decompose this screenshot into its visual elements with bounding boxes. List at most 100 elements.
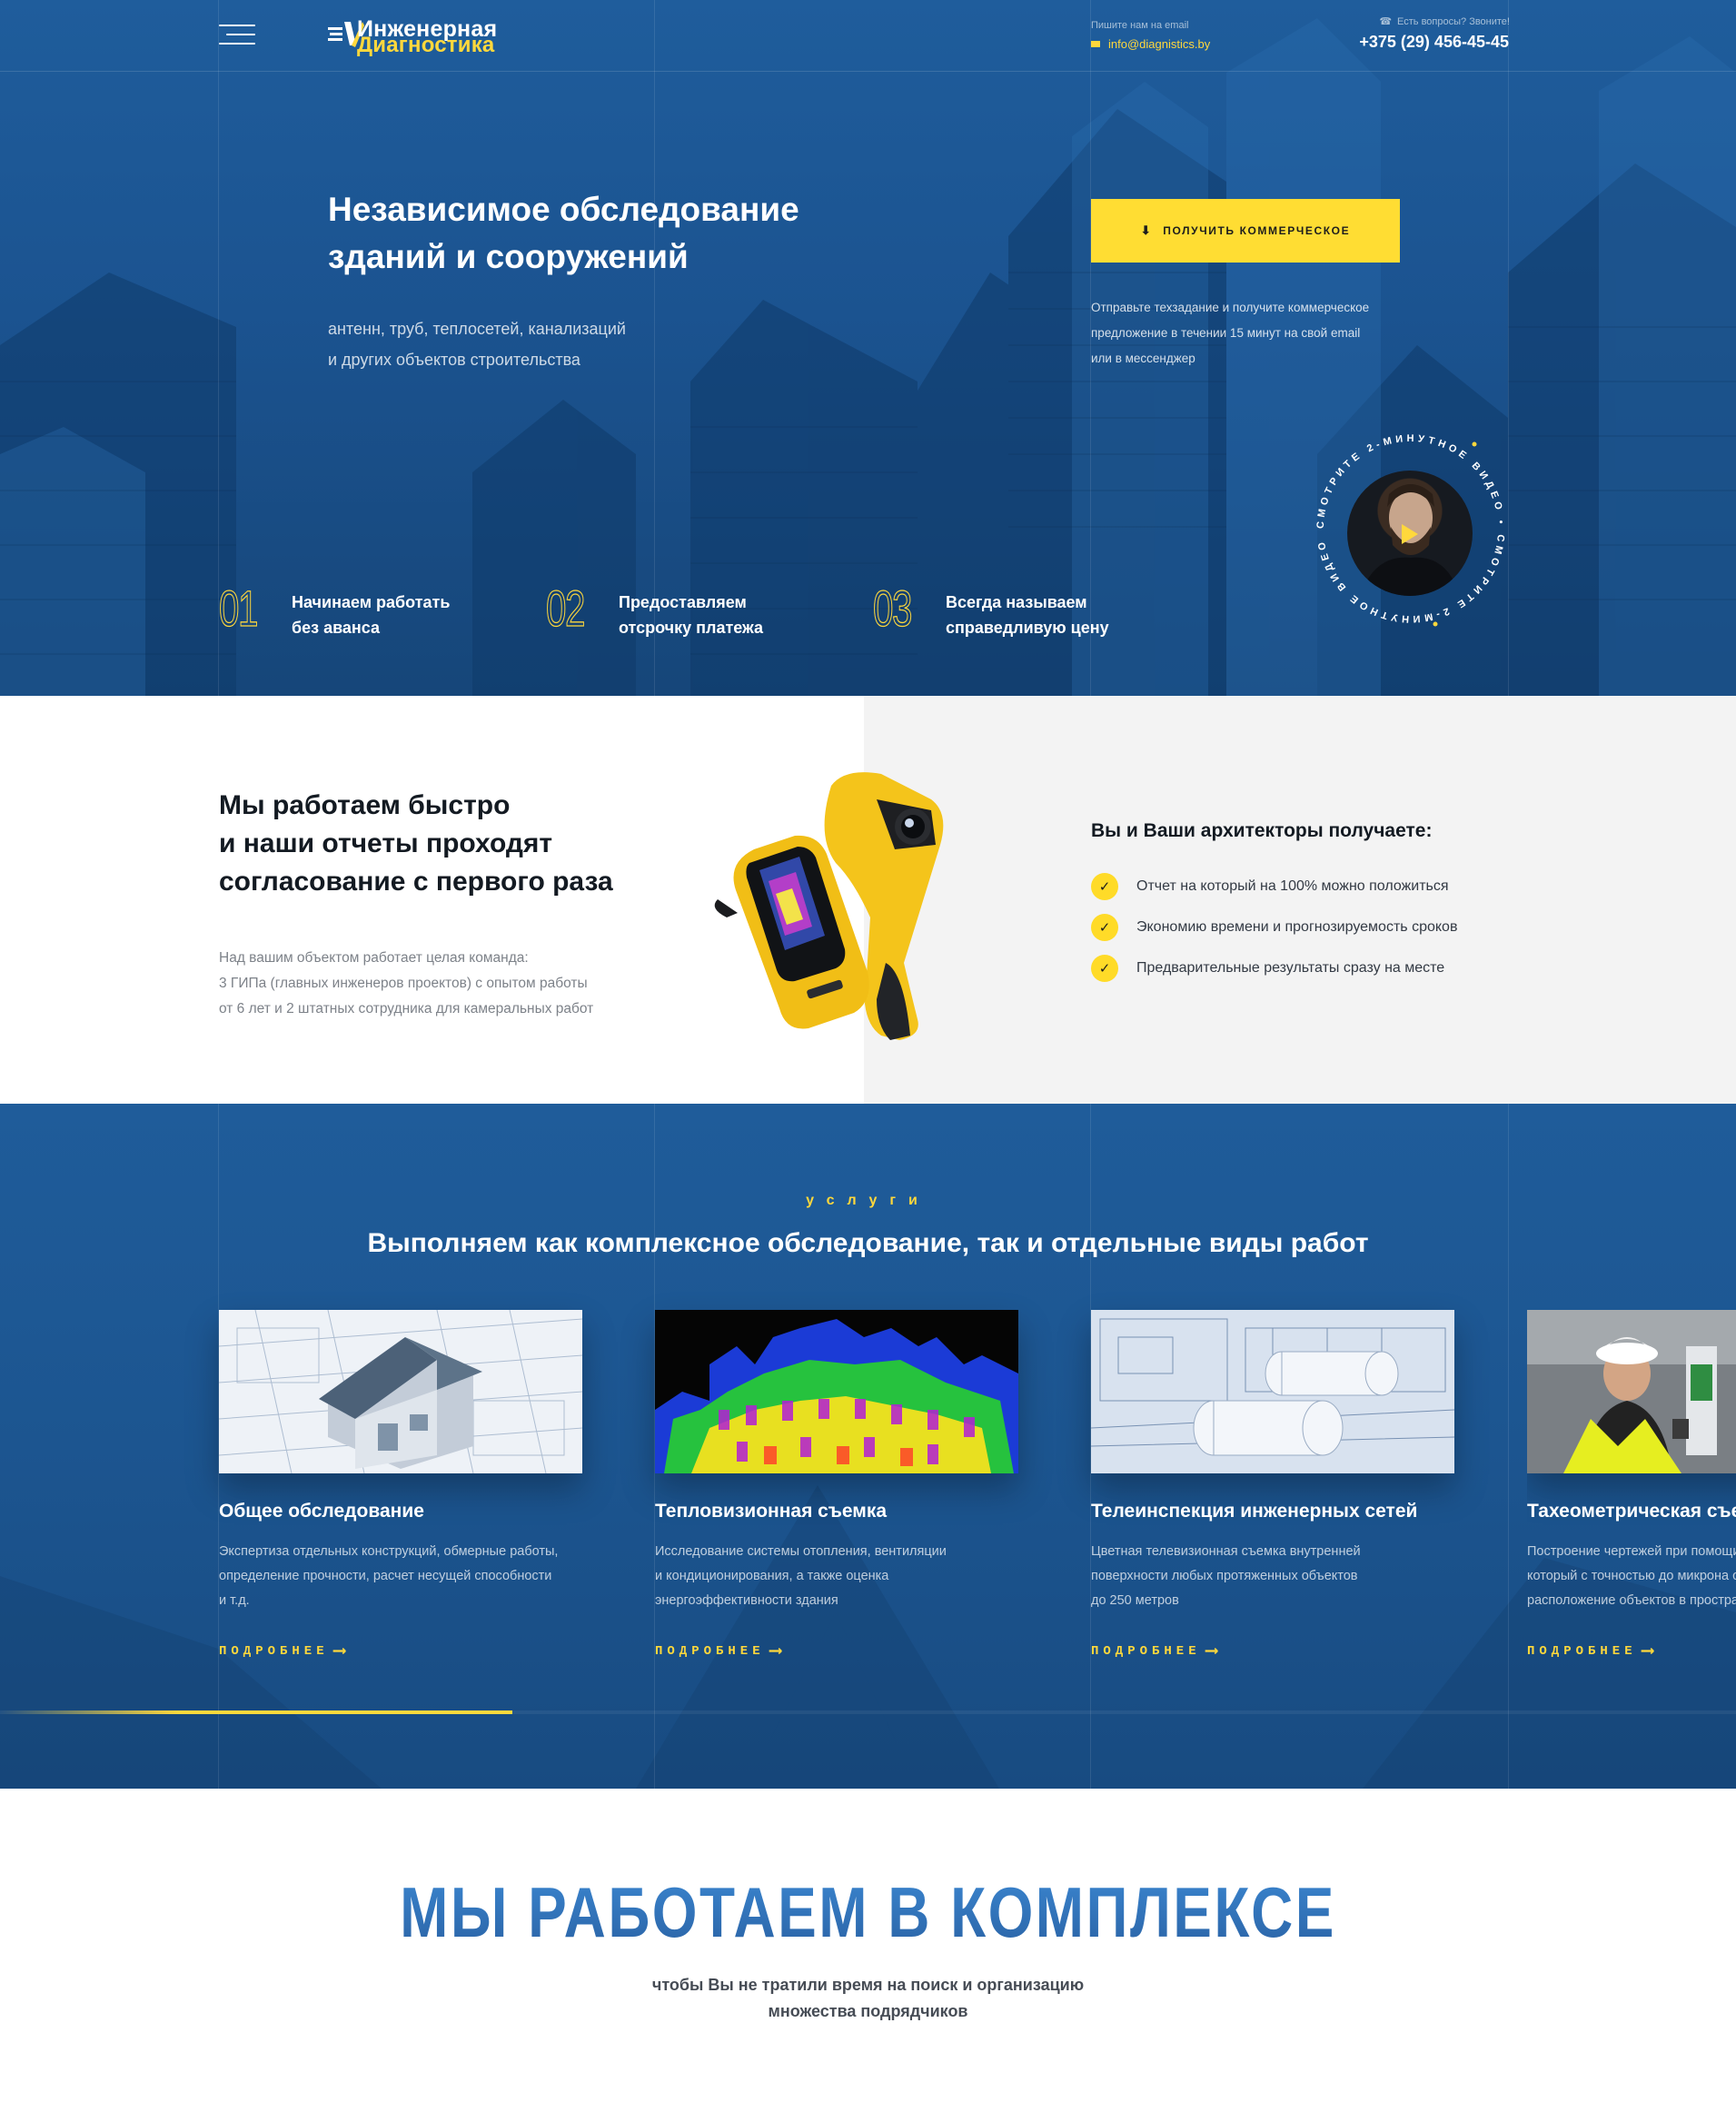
service-card-text-line2: определение прочности, расчет несущей сп… — [219, 1569, 552, 1583]
cta-description: Отправьте техзадание и получите коммерче… — [1091, 295, 1418, 372]
about-title-line3: согласование с первого раза — [219, 867, 613, 897]
about-title: Мы работаем быстро и наши отчеты проходя… — [219, 787, 673, 901]
benefits-title: Вы и Ваши архитекторы получаете: — [1091, 820, 1433, 841]
email-address: info@diagnistics.by — [1108, 37, 1211, 51]
feature-number: 01 — [219, 580, 259, 637]
service-more-link[interactable]: подробнее ⟶ — [1091, 1639, 1217, 1662]
check-icon: ✓ — [1091, 873, 1118, 900]
service-more-link[interactable]: подробнее ⟶ — [219, 1639, 345, 1662]
service-card-text: Цветная телевизионная съемка внутренней … — [1091, 1540, 1454, 1613]
feature-text: Начинаем работать без аванса — [292, 590, 491, 640]
thermal-camera-image — [714, 772, 944, 1040]
service-card-text-line1: Построение чертежей при помощи тахеометр… — [1527, 1544, 1736, 1559]
service-card-text-line2: поверхности любых протяженных объектов — [1091, 1569, 1358, 1583]
service-card-text: Экспертиза отдельных конструкций, обмерн… — [219, 1540, 582, 1613]
arrow-right-icon: ⟶ — [1642, 1641, 1653, 1662]
hero-section: Инженерная Диагностика Пишите нам на ema… — [0, 0, 1736, 696]
feature-text: Всегда называем справедливую цену — [946, 590, 1146, 640]
services-label: услуги — [806, 1193, 930, 1208]
feature-text-line2: справедливую цену — [946, 619, 1109, 637]
service-card-title: Тепловизионная съемка — [655, 1501, 888, 1522]
service-card-image-thermal — [655, 1310, 1018, 1473]
feature-text-line1: Всегда называем — [946, 593, 1087, 611]
benefit-item: ✓ Отчет на который на 100% можно положит… — [1091, 873, 1449, 900]
service-card[interactable]: Тахеометрическая съемка Построение черте… — [1527, 1310, 1736, 1673]
cta-description-line3: или в мессенджер — [1091, 352, 1195, 365]
hero-title: Независимое обследование зданий и сооруж… — [328, 186, 873, 281]
play-icon — [1402, 524, 1418, 544]
service-card-image-tacheometer — [1527, 1310, 1736, 1473]
service-card-image-house — [219, 1310, 582, 1473]
envelope-icon — [1091, 41, 1100, 47]
service-more-link[interactable]: подробнее ⟶ — [1527, 1639, 1653, 1662]
complex-subtitle: чтобы Вы не тратили время на поиск и орг… — [0, 1972, 1736, 2025]
header-email-link[interactable]: info@diagnistics.by — [1091, 37, 1210, 51]
benefit-text: Предварительные результаты сразу на мест… — [1136, 960, 1445, 976]
logo[interactable]: Инженерная Диагностика — [328, 16, 510, 57]
complex-subtitle-line2: множества подрядчиков — [768, 2002, 968, 2020]
about-title-line2: и наши отчеты проходят — [219, 828, 553, 858]
feature-number: 03 — [873, 580, 913, 637]
service-card-text-line1: Цветная телевизионная съемка внутренней — [1091, 1544, 1361, 1559]
feature-text-line2: отсрочку платежа — [619, 619, 764, 637]
benefit-text: Отчет на который на 100% можно положитьс… — [1136, 878, 1449, 894]
arrow-right-icon: ⟶ — [769, 1641, 781, 1662]
hero-subtitle-line2: и других объектов строительства — [328, 351, 580, 369]
service-card-title: Телеинспекция инженерных сетей — [1091, 1501, 1418, 1522]
service-card-text-line1: Экспертиза отдельных конструкций, обмерн… — [219, 1544, 559, 1559]
email-caption: Пишите нам на email — [1091, 20, 1189, 31]
watch-video-button[interactable]: СМОТРИТЕ 2-МИНУТНОЕ ВИДЕО • СМОТРИТЕ 2-М… — [1311, 429, 1511, 629]
hero-title-line2: зданий и сооружений — [328, 238, 689, 275]
service-more-link[interactable]: подробнее ⟶ — [655, 1639, 781, 1662]
service-card-text-line3: энергоэффективности здания — [655, 1593, 838, 1608]
phone-caption-text: Есть вопросы? Звоните! — [1397, 16, 1510, 27]
complex-title: МЫ РАБОТАЕМ В КОМПЛЕКСЕ — [156, 1871, 1580, 1954]
check-icon: ✓ — [1091, 914, 1118, 941]
service-more-label: подробнее — [1091, 1644, 1201, 1659]
feature-text-line1: Предоставляем — [619, 593, 747, 611]
service-more-label: подробнее — [655, 1644, 765, 1659]
service-card-title: Тахеометрическая съемка — [1527, 1501, 1736, 1522]
phone-icon: ☎ — [1379, 16, 1393, 27]
service-card-title: Общее обследование — [219, 1501, 424, 1522]
hero-subtitle: антенн, труб, теплосетей, канализаций и … — [328, 313, 709, 375]
feature-text-line1: Начинаем работать — [292, 593, 451, 611]
hero-subtitle-line1: антенн, труб, теплосетей, канализаций — [328, 320, 626, 338]
service-card-text-line3: до 250 метров — [1091, 1593, 1179, 1608]
cta-description-line2: предложение в течении 15 минут на свой e… — [1091, 326, 1361, 340]
hero-title-line1: Независимое обследование — [328, 191, 799, 228]
phone-caption: ☎ Есть вопросы? Звоните! — [1379, 15, 1510, 27]
get-offer-button-label: получить коммерческое — [1163, 224, 1351, 237]
about-text-line3: от 6 лет и 2 штатных сотрудника для каме… — [219, 1001, 594, 1016]
about-title-line1: Мы работаем быстро — [219, 790, 511, 820]
menu-burger-icon[interactable] — [219, 25, 255, 45]
feature-text-line2: без аванса — [292, 619, 381, 637]
cta-description-line1: Отправьте техзадание и получите коммерче… — [1091, 301, 1370, 314]
feature-number: 02 — [546, 580, 586, 637]
benefit-text: Экономию времени и прогнозируемость срок… — [1136, 919, 1458, 935]
check-icon: ✓ — [1091, 955, 1118, 982]
service-card-text-line2: и кондиционирования, а также оценка — [655, 1569, 889, 1583]
service-more-label: подробнее — [1527, 1644, 1637, 1659]
about-text-line1: Над вашим объектом работает целая команд… — [219, 950, 529, 966]
arrow-right-icon: ⟶ — [1205, 1641, 1217, 1662]
about-text: Над вашим объектом работает целая команд… — [219, 946, 646, 1022]
service-card-text: Построение чертежей при помощи тахеометр… — [1527, 1540, 1736, 1613]
service-card-text-line1: Исследование системы отопления, вентиляц… — [655, 1544, 947, 1559]
complex-subtitle-line1: чтобы Вы не тратили время на поиск и орг… — [651, 1976, 1085, 1994]
service-card-text: Исследование системы отопления, вентиляц… — [655, 1540, 1018, 1613]
feature-text: Предоставляем отсрочку платежа — [619, 590, 818, 640]
header-divider — [0, 71, 1736, 72]
arrow-right-icon: ⟶ — [333, 1641, 345, 1662]
carousel-progress-bar[interactable] — [0, 1710, 1736, 1714]
get-offer-button[interactable]: ⬇ получить коммерческое — [1091, 199, 1400, 263]
benefit-item: ✓ Предварительные результаты сразу на ме… — [1091, 955, 1444, 982]
header-phone-link[interactable]: +375 (29) 456-45-45 — [1359, 33, 1509, 52]
service-card-text-line2: который с точностью до микрона определяе… — [1527, 1569, 1736, 1583]
logo-text-line2: Диагностика — [357, 33, 495, 57]
service-card-text-line3: и т.д. — [219, 1593, 250, 1608]
about-text-line2: 3 ГИПа (главных инженеров проектов) с оп… — [219, 976, 588, 991]
benefit-item: ✓ Экономию времени и прогнозируемость ср… — [1091, 914, 1457, 941]
download-icon: ⬇ — [1140, 223, 1153, 237]
services-title: Выполняем как комплексное обследование, … — [367, 1228, 1369, 1258]
